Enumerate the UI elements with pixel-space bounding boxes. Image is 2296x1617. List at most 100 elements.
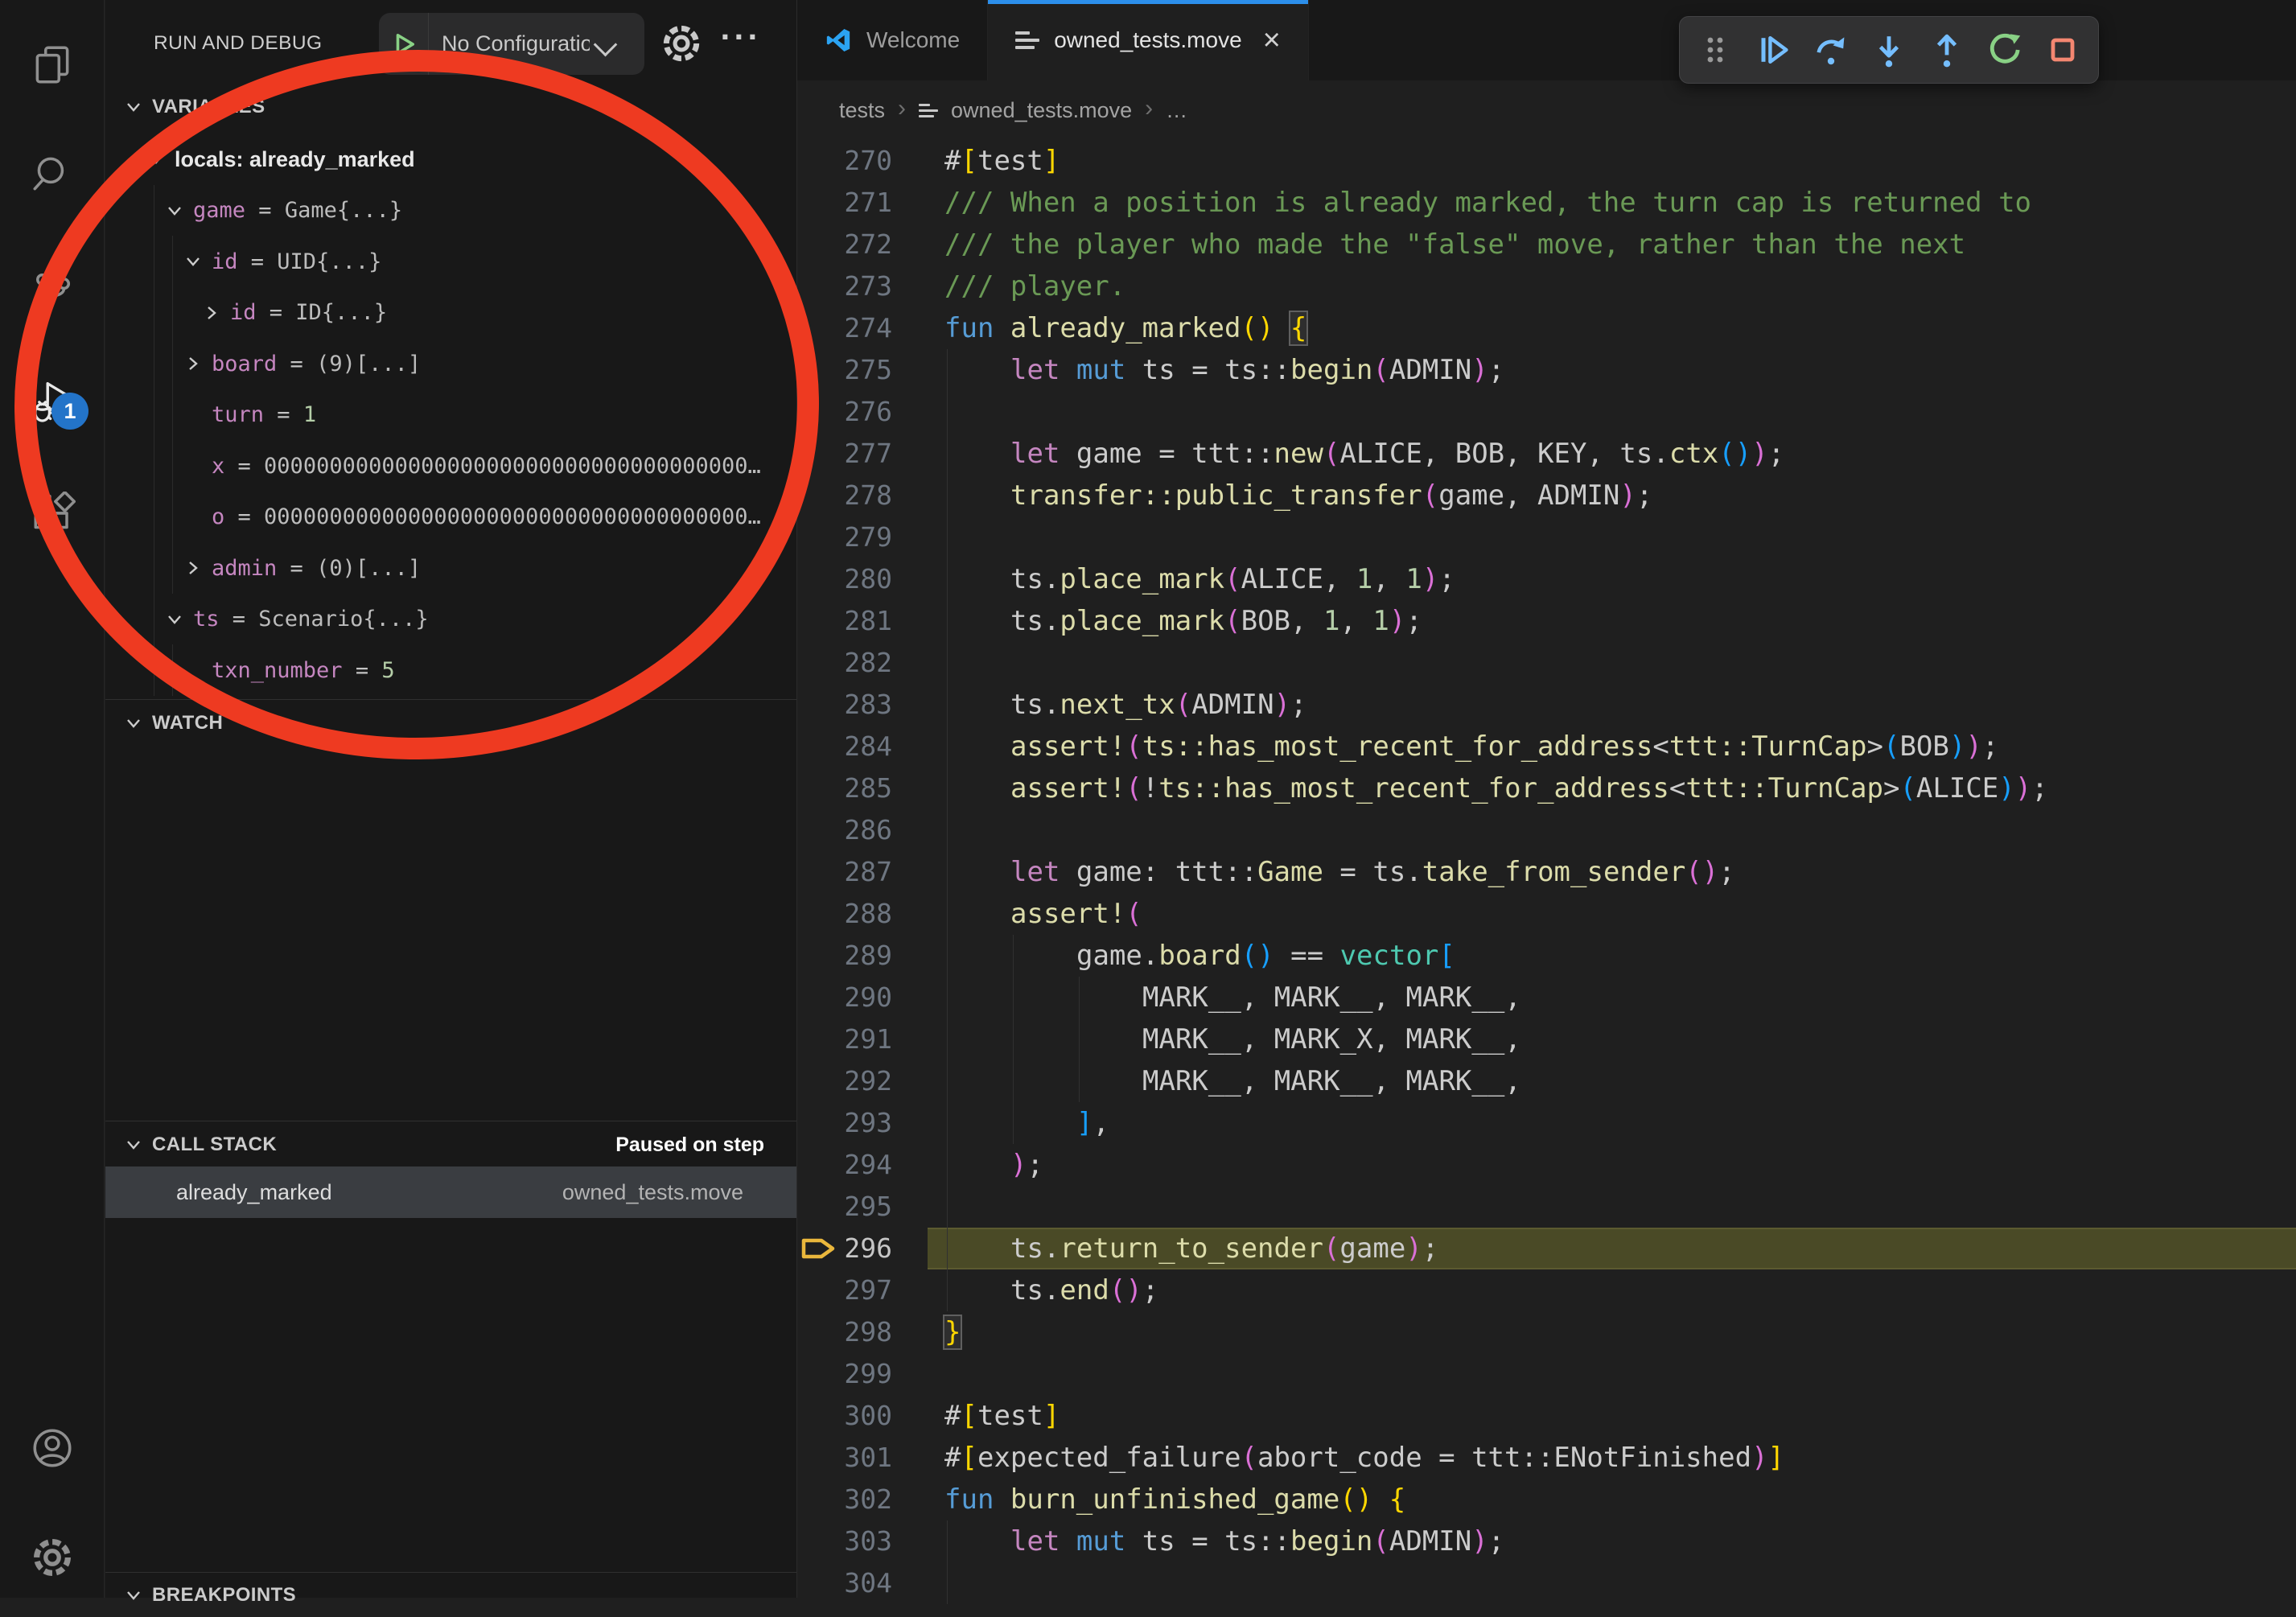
variable-row-turn[interactable]: turn = 1 [105,389,796,441]
variable-row-txn_number[interactable]: txn_number = 5 [105,644,796,696]
line-number[interactable]: 279 [797,516,892,558]
line-number[interactable]: 271 [797,182,892,224]
step-over-button[interactable] [1805,24,1857,76]
code-line-277[interactable]: 277let game = ttt::new(ALICE, BOB, KEY, … [797,433,2296,475]
section-variables[interactable]: VARIABLES [105,85,796,129]
line-number[interactable]: 276 [797,391,892,433]
section-watch[interactable]: WATCH [105,702,796,745]
line-number[interactable]: 284 [797,726,892,767]
variable-row-id[interactable]: id = ID{...} [105,287,796,339]
code-line-299[interactable]: 299 [797,1353,2296,1395]
code-line-286[interactable]: 286 [797,809,2296,851]
line-number[interactable]: 289 [797,935,892,977]
line-number[interactable]: 280 [797,558,892,600]
code-line-294[interactable]: 294); [797,1144,2296,1186]
code-line-290[interactable]: 290MARK__, MARK__, MARK__, [797,977,2296,1018]
code-line-281[interactable]: 281ts.place_mark(BOB, 1, 1); [797,600,2296,642]
start-debug-icon[interactable] [379,13,429,75]
call-stack-frame[interactable]: already_markedowned_tests.move [105,1166,796,1218]
line-number[interactable]: 273 [797,265,892,307]
account-icon[interactable] [0,1409,105,1487]
code-line-292[interactable]: 292MARK__, MARK__, MARK__, [797,1060,2296,1102]
breadcrumb-item[interactable]: tests [839,98,885,123]
line-number[interactable]: 274 [797,307,892,349]
line-number[interactable]: 288 [797,893,892,935]
line-number[interactable]: 294 [797,1144,892,1186]
line-number[interactable]: 292 [797,1060,892,1102]
line-number[interactable]: 283 [797,684,892,726]
chevron-right-icon[interactable] [181,352,205,376]
breadcrumb-item[interactable]: … [1166,98,1187,123]
chevron-down-icon[interactable] [163,199,187,223]
line-number[interactable]: 290 [797,977,892,1018]
line-number[interactable]: 277 [797,433,892,475]
code-line-285[interactable]: 285assert!(!ts::has_most_recent_for_addr… [797,767,2296,809]
variable-row-admin[interactable]: admin = (0)[...] [105,542,796,594]
explorer-icon[interactable] [0,26,105,103]
line-number[interactable]: 270 [797,140,892,182]
line-number[interactable]: 303 [797,1520,892,1562]
code-line-295[interactable]: 295 [797,1186,2296,1228]
run-debug-icon[interactable] [0,364,105,441]
code-line-280[interactable]: 280ts.place_mark(ALICE, 1, 1); [797,558,2296,600]
code-line-271[interactable]: 271/// When a position is already marked… [797,182,2296,224]
continue-button[interactable] [1747,24,1799,76]
code-line-282[interactable]: 282 [797,642,2296,684]
tab-welcome[interactable]: Welcome [797,0,988,80]
source-control-icon[interactable] [0,253,105,330]
code-line-296[interactable]: 296ts.return_to_sender(game); [797,1228,2296,1269]
scope-row[interactable]: locals: already_marked [105,134,796,185]
code-line-275[interactable]: 275let mut ts = ts::begin(ADMIN); [797,349,2296,391]
code-line-273[interactable]: 273/// player. [797,265,2296,307]
line-number[interactable]: 281 [797,600,892,642]
variable-row-ts[interactable]: ts = Scenario{...} [105,594,796,645]
code-line-274[interactable]: 274fun already_marked() { [797,307,2296,349]
code-line-298[interactable]: 298} [797,1311,2296,1353]
code-line-289[interactable]: 289game.board() == vector[ [797,935,2296,977]
code-line-291[interactable]: 291MARK__, MARK_X, MARK__, [797,1018,2296,1060]
line-number[interactable]: 300 [797,1395,892,1437]
line-number[interactable]: 297 [797,1269,892,1311]
gear-icon[interactable] [659,21,704,66]
debug-config-dropdown[interactable]: No Configurations [379,13,644,75]
more-actions-icon[interactable]: ··· [718,14,763,60]
code-line-279[interactable]: 279 [797,516,2296,558]
extensions-icon[interactable] [0,476,105,553]
line-number[interactable]: 282 [797,642,892,684]
chevron-right-icon[interactable] [181,556,205,580]
code-line-276[interactable]: 276 [797,391,2296,433]
code-line-297[interactable]: 297ts.end(); [797,1269,2296,1311]
line-number[interactable]: 298 [797,1311,892,1353]
line-number[interactable]: 299 [797,1353,892,1395]
variable-row-id[interactable]: id = UID{...} [105,236,796,287]
chevron-down-icon[interactable] [181,249,205,274]
code-line-284[interactable]: 284assert!(ts::has_most_recent_for_addre… [797,726,2296,767]
code-line-283[interactable]: 283ts.next_tx(ADMIN); [797,684,2296,726]
chevron-down-icon[interactable] [144,147,168,171]
restart-button[interactable] [1979,24,2031,76]
drag-handle-icon[interactable] [1689,24,1741,76]
code-line-303[interactable]: 303let mut ts = ts::begin(ADMIN); [797,1520,2296,1562]
tab-owned-tests-move[interactable]: owned_tests.move× [988,0,1309,80]
section-call-stack[interactable]: CALL STACK Paused on step [105,1123,796,1166]
line-number[interactable]: 304 [797,1562,892,1604]
code-line-272[interactable]: 272/// the player who made the "false" m… [797,224,2296,265]
line-number[interactable]: 293 [797,1102,892,1144]
line-number[interactable]: 287 [797,851,892,893]
line-number[interactable]: 295 [797,1186,892,1228]
search-icon[interactable] [0,135,105,212]
settings-icon[interactable] [0,1519,105,1596]
step-out-button[interactable] [1921,24,1973,76]
code-line-301[interactable]: 301#[expected_failure(abort_code = ttt::… [797,1437,2296,1479]
line-number[interactable]: 286 [797,809,892,851]
code-line-287[interactable]: 287let game: ttt::Game = ts.take_from_se… [797,851,2296,893]
section-breakpoints[interactable]: BREAKPOINTS [105,1574,796,1617]
line-number[interactable]: 278 [797,475,892,516]
variable-row-board[interactable]: board = (9)[...] [105,338,796,389]
debug-step-marker-icon[interactable] [799,1230,837,1267]
line-number[interactable]: 272 [797,224,892,265]
code-line-270[interactable]: 270#[test] [797,140,2296,182]
breadcrumb-item[interactable]: owned_tests.move [951,98,1132,123]
close-icon[interactable]: × [1263,25,1281,56]
code-editor[interactable]: 270#[test]271/// When a position is alre… [797,140,2296,1598]
